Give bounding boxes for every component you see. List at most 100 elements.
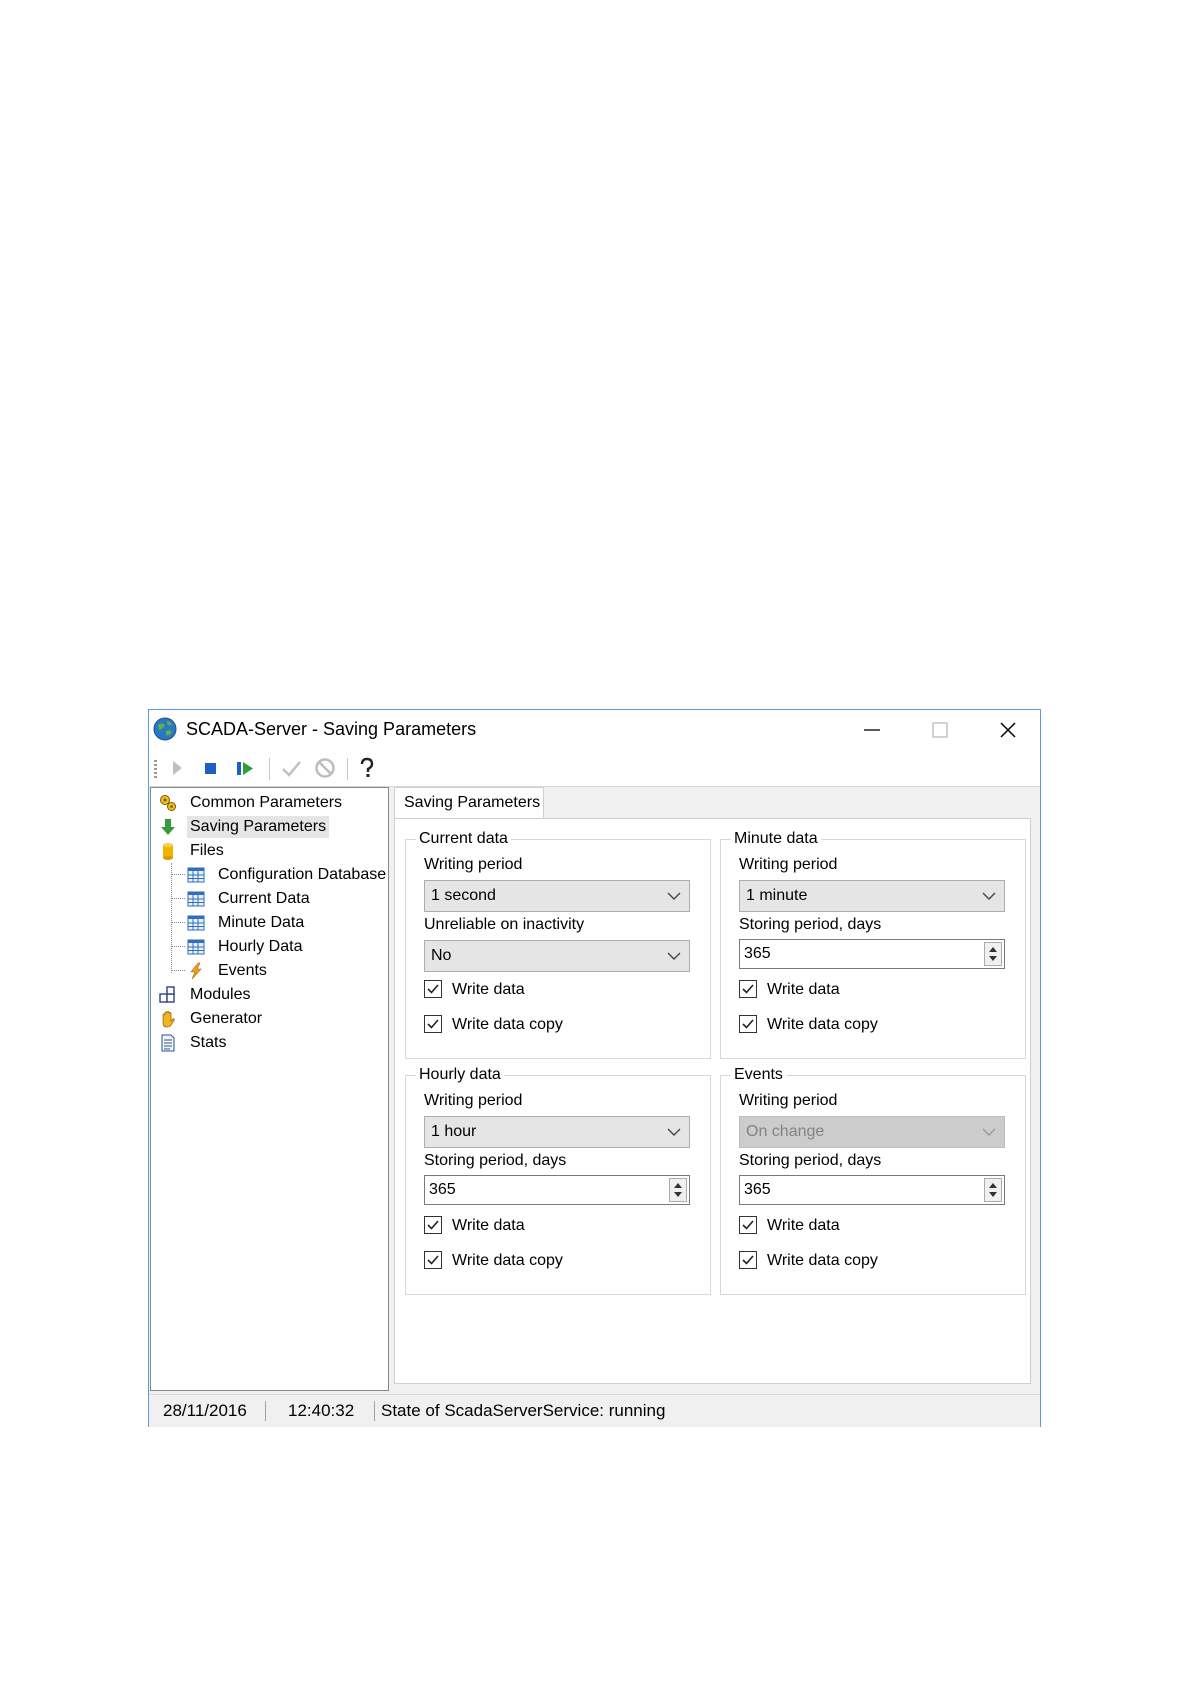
tree-connector <box>171 946 185 947</box>
checkbox-box <box>424 1251 442 1269</box>
minimize-button[interactable] <box>838 710 906 750</box>
spin-buttons[interactable] <box>984 942 1002 966</box>
spin-arrows-icon <box>989 947 997 961</box>
apply-button[interactable] <box>279 756 303 780</box>
checkbox-label: Write data <box>767 981 840 998</box>
spin-buttons[interactable] <box>984 1178 1002 1202</box>
unreliable-on-inactivity-select[interactable]: No <box>424 940 690 972</box>
select-value: 1 hour <box>431 1123 477 1140</box>
close-icon <box>1000 722 1016 738</box>
content-panel: Saving Parameters Current data Writing p… <box>390 787 1040 1391</box>
chevron-down-icon <box>667 1128 681 1136</box>
minimize-icon <box>864 729 880 731</box>
checkbox-label: Write data copy <box>767 1016 878 1033</box>
table-icon <box>187 939 205 955</box>
status-separator <box>374 1401 375 1421</box>
stop-icon <box>205 763 216 774</box>
lightning-icon <box>190 962 202 980</box>
checkbox-label: Write data <box>452 1217 525 1234</box>
restart-button[interactable] <box>233 756 257 780</box>
tab-saving-parameters[interactable]: Saving Parameters <box>394 787 544 819</box>
close-button[interactable] <box>974 710 1042 750</box>
group-title: Events <box>731 1065 786 1085</box>
table-icon <box>187 867 205 883</box>
select-value: 1 minute <box>746 887 808 904</box>
download-arrow-icon <box>161 819 175 835</box>
main-window: SCADA-Server - Saving Parameters Common … <box>148 709 1041 1427</box>
checkbox-label: Write data <box>767 1217 840 1234</box>
status-bar: 28/11/2016 12:40:32 State of ScadaServer… <box>149 1394 1040 1427</box>
current-writing-period-select[interactable]: 1 second <box>424 880 690 912</box>
database-icon <box>163 843 173 860</box>
chevron-down-icon <box>667 952 681 960</box>
tree-item-label: Modules <box>190 986 251 1003</box>
spin-arrows-icon <box>989 1183 997 1197</box>
group-current-data: Current data Writing period 1 second Unr… <box>405 829 711 1059</box>
title-bar[interactable]: SCADA-Server - Saving Parameters <box>149 710 1040 750</box>
writing-period-label: Writing period <box>424 856 523 873</box>
start-icon <box>173 761 182 775</box>
checkmark-icon <box>742 1255 754 1265</box>
checkbox-box <box>424 1015 442 1033</box>
toolbar-separator <box>347 758 348 780</box>
checkbox-box <box>739 1015 757 1033</box>
checkbox-box <box>424 1216 442 1234</box>
maximize-button[interactable] <box>906 710 974 750</box>
stop-button[interactable] <box>199 756 223 780</box>
hand-icon <box>162 1011 175 1028</box>
select-value: No <box>431 947 452 964</box>
tree-item-label: Minute Data <box>218 914 305 931</box>
toolbar <box>149 750 1040 787</box>
writing-period-label: Writing period <box>424 1092 523 1109</box>
unreliable-label: Unreliable on inactivity <box>424 916 585 933</box>
restart-icon <box>237 762 253 775</box>
table-icon <box>187 891 205 907</box>
checkbox-label: Write data <box>452 981 525 998</box>
events-writing-period-select: On change <box>739 1116 1005 1148</box>
tree-item-label: Events <box>218 962 267 979</box>
checkmark-icon <box>427 1019 439 1029</box>
checkmark-icon <box>742 1220 754 1230</box>
input-value: 365 <box>429 1181 456 1198</box>
maximize-icon <box>932 722 948 738</box>
checkmark-icon <box>427 1255 439 1265</box>
minute-writing-period-select[interactable]: 1 minute <box>739 880 1005 912</box>
writing-period-label: Writing period <box>739 856 838 873</box>
checkmark-icon <box>742 1019 754 1029</box>
globe-icon <box>153 717 177 741</box>
cancel-button[interactable] <box>313 756 337 780</box>
spin-buttons[interactable] <box>669 1178 687 1202</box>
help-button[interactable] <box>355 756 379 780</box>
status-separator <box>265 1401 266 1421</box>
chevron-down-icon <box>667 892 681 900</box>
tree-connector <box>171 863 172 973</box>
chevron-down-icon <box>982 892 996 900</box>
group-title: Minute data <box>731 829 821 849</box>
group-title: Hourly data <box>416 1065 504 1085</box>
minute-storing-period-input[interactable]: 365 <box>739 939 1005 969</box>
group-hourly-data: Hourly data Writing period 1 hour Storin… <box>405 1065 711 1295</box>
checkbox-label: Write data copy <box>452 1252 563 1269</box>
input-value: 365 <box>744 945 771 962</box>
checkbox-box <box>739 1251 757 1269</box>
hourly-writing-period-select[interactable]: 1 hour <box>424 1116 690 1148</box>
navigation-tree[interactable]: Common Parameters Saving Parameters File… <box>150 787 389 1391</box>
gears-icon <box>160 795 176 811</box>
hourly-storing-period-input[interactable]: 365 <box>424 1175 690 1205</box>
group-events: Events Writing period On change Storing … <box>720 1065 1026 1295</box>
start-button[interactable] <box>165 756 189 780</box>
tree-item-label: Configuration Database <box>218 866 387 883</box>
table-icon <box>187 915 205 931</box>
select-value: 1 second <box>431 887 496 904</box>
checkmark-icon <box>427 984 439 994</box>
toolbar-grip[interactable] <box>154 760 157 778</box>
cancel-icon <box>315 758 335 778</box>
status-time: 12:40:32 <box>288 1401 355 1420</box>
events-storing-period-input[interactable]: 365 <box>739 1175 1005 1205</box>
chevron-down-icon <box>982 1128 996 1136</box>
tree-item-label: Generator <box>190 1010 263 1027</box>
checkmark-icon <box>742 984 754 994</box>
checkbox-box <box>739 980 757 998</box>
tree-connector <box>171 970 185 971</box>
spin-arrows-icon <box>674 1183 682 1197</box>
